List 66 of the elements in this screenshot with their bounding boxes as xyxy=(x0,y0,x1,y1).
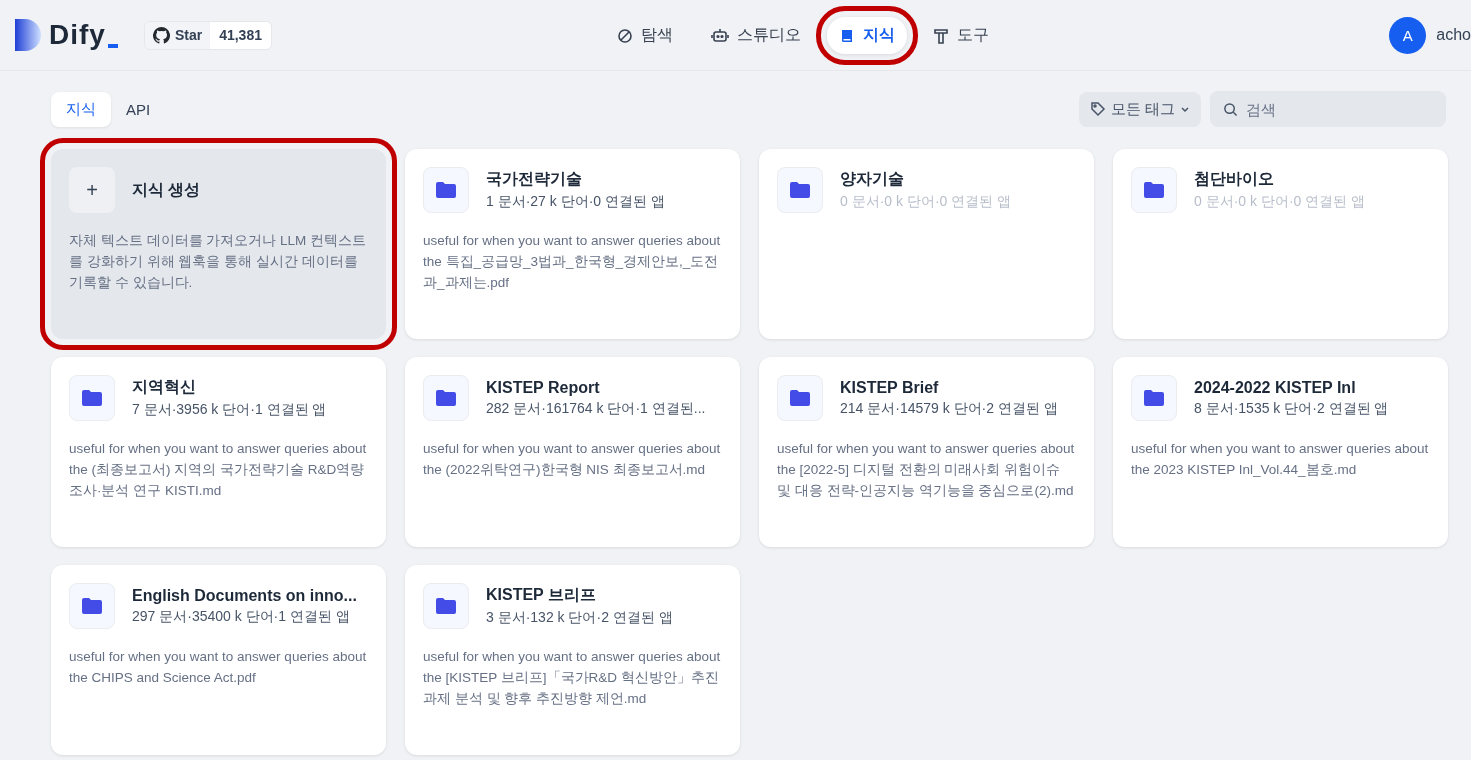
star-count: 41,381 xyxy=(210,21,271,49)
robot-icon xyxy=(711,27,729,44)
card-title: 지식 생성 xyxy=(132,179,201,200)
search-field[interactable]: 검색 xyxy=(1210,91,1446,127)
card-description: useful for when you want to answer queries about the CHIPS and Science Act.pdf xyxy=(69,648,368,687)
folder-icon xyxy=(423,167,469,213)
card-title: KISTEP Brief xyxy=(840,378,940,397)
knowledge-card[interactable]: 첨단바이오 0 문서·0 k 단어·0 연결된 앱 xyxy=(1113,149,1448,339)
card-description: useful for when you want to answer queries about the [KISTEP 브리프]「국가R&D 혁신방안」추진과제 분석 및 향후 추진방향 제언.md xyxy=(423,648,722,708)
card-description: useful for when you want to answer queries about the (최종보고서) 지역의 국가전략기술 R&D역량 조사·분석 연구 KISTI.md xyxy=(69,440,368,500)
nav-tab[interactable]: 스튜디오 xyxy=(699,17,813,54)
card-title: 첨단바이오 xyxy=(1194,169,1275,189)
card-meta: 7 문서·3956 k 단어·1 연결된 앱 xyxy=(132,401,327,419)
nav-tab[interactable]: 탐색 xyxy=(605,17,685,54)
logo-text: Dify xyxy=(49,19,106,51)
user-avatar[interactable]: A xyxy=(1389,16,1427,54)
card-description: 자체 텍스트 데이터를 가져오거나 LLM 컨텍스트를 강화하기 위해 웹훅을 통해 실시간 데이터를 기록할 수 있습니다. xyxy=(69,232,367,292)
github-star-widget[interactable]: Star 41,381 xyxy=(143,20,272,50)
card-meta: 0 문서·0 k 단어·0 연결된 앱 xyxy=(1194,193,1366,211)
card-title: 국가전략기술 xyxy=(486,169,583,189)
card-title: KISTEP 브리프 xyxy=(486,585,597,605)
card-meta: 8 문서·1535 k 단어·2 연결된 앱 xyxy=(1194,399,1389,418)
github-icon xyxy=(152,26,170,44)
nav-tab[interactable]: 도구 xyxy=(921,17,1001,54)
tag-filter[interactable]: 모든 태그 xyxy=(1078,91,1201,127)
folder-icon xyxy=(777,375,823,421)
knowledge-card[interactable]: 양자기술 0 문서·0 k 단어·0 연결된 앱 xyxy=(759,149,1094,339)
user-name[interactable]: acho xyxy=(1436,26,1471,44)
card-meta: 3 문서·132 k 단어·2 연결된 앱 xyxy=(486,609,673,627)
folder-icon xyxy=(1131,167,1177,213)
chevron-down-icon xyxy=(1180,104,1190,114)
folder-icon xyxy=(423,583,469,629)
search-icon xyxy=(1223,102,1238,117)
folder-icon xyxy=(69,375,115,421)
card-title: English Documents on inno... xyxy=(132,586,357,605)
knowledge-card[interactable]: KISTEP Report 282 문서·161764 k 단어·1 연결된... useful for when you want to answer queries about the (2022위탁연구)한국형 NIS 최종보고서.md xyxy=(405,357,740,547)
tab[interactable]: API xyxy=(111,92,166,126)
knowledge-card[interactable]: 국가전략기술 1 문서·27 k 단어·0 연결된 앱 useful for when you want to answer queries about the 특집_공급망_3법과_한국형_경제안보,_도전과_과제는.pdf xyxy=(405,149,740,339)
knowledge-card[interactable]: KISTEP Brief 214 문서·14579 k 단어·2 연결된 앱 useful for when you want to answer queries about the [2022-5] 디지털 전환의 미래사회 위험이슈 및 대응 전략-인공지능 역기능을 중심으로(2).md xyxy=(759,357,1094,547)
folder-icon xyxy=(1131,375,1177,421)
card-meta: 214 문서·14579 k 단어·2 연결된 앱 xyxy=(840,399,1058,418)
card-meta: 297 문서·35400 k 단어·1 연결된 앱 xyxy=(132,607,351,626)
cursor-mark xyxy=(107,44,118,48)
knowledge-card[interactable]: KISTEP 브리프 3 문서·132 k 단어·2 연결된 앱 useful for when you want to answer queries about the [KISTEP 브리프]「국가R&D 혁신방안」추진과제 분석 및 향후 추진방향 제언.md xyxy=(405,565,740,755)
logo-icon xyxy=(15,19,41,51)
card-description: useful for when you want to answer queries about the 특집_공급망_3법과_한국형_경제안보,_도전과_과제는.pdf xyxy=(423,232,722,292)
card-description: useful for when you want to answer queries about the (2022위탁연구)한국형 NIS 최종보고서.md xyxy=(423,440,722,479)
knowledge-card[interactable]: 2024-2022 KISTEP Inl 8 문서·1535 k 단어·2 연결된 앱 useful for when you want to answer queries about the 2023 KISTEP Inl_Vol.44_봄호.md xyxy=(1113,357,1448,547)
card-description: useful for when you want to answer queries about the [2022-5] 디지털 전환의 미래사회 위험이슈 및 대응 전략-인공지능 역기능을 중심으로(2).md xyxy=(777,440,1076,500)
book-icon xyxy=(839,27,855,44)
card-meta: 282 문서·161764 k 단어·1 연결된... xyxy=(486,399,706,418)
card-meta: 0 문서·0 k 단어·0 연결된 앱 xyxy=(840,193,1012,211)
card-title: 양자기술 xyxy=(840,169,905,189)
tab[interactable]: 지식 xyxy=(51,91,111,127)
folder-icon xyxy=(777,167,823,213)
card-meta: 1 문서·27 k 단어·0 연결된 앱 xyxy=(486,193,665,211)
card-title: 2024-2022 KISTEP Inl xyxy=(1194,378,1357,397)
plus-icon: + xyxy=(69,167,115,213)
knowledge-card[interactable]: English Documents on inno... 297 문서·35400 k 단어·1 연결된 앱 useful for when you want to answer queries about the CHIPS and Science Act.pdf xyxy=(51,565,386,755)
folder-icon xyxy=(423,375,469,421)
card-title: KISTEP Report xyxy=(486,378,601,397)
tag-icon xyxy=(1089,101,1106,117)
card-title: 지역혁신 xyxy=(132,377,197,397)
knowledge-card[interactable]: 지역혁신 7 문서·3956 k 단어·1 연결된 앱 useful for when you want to answer queries about the (최종보고서) 지역의 국가전략기술 R&D역량 조사·분석 연구 KISTI.md xyxy=(51,357,386,547)
folder-icon xyxy=(69,583,115,629)
card-description: useful for when you want to answer queries about the 2023 KISTEP Inl_Vol.44_봄호.md xyxy=(1131,440,1430,479)
